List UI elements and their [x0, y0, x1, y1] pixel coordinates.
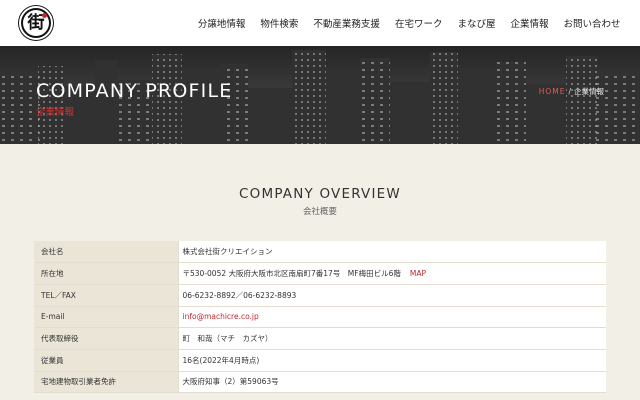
nav-item-remote-work[interactable]: 在宅ワーク	[387, 16, 450, 30]
breadcrumb-separator: /	[568, 87, 571, 96]
row-label-company-name: 会社名	[34, 241, 179, 264]
nav-item-company-info[interactable]: 企業情報	[503, 16, 556, 30]
row-value-company-name: 株式会社街クリエイション	[178, 241, 606, 264]
row-value-representative: 町 和哉（マチ カズヤ）	[178, 327, 606, 350]
logo-red-dot	[42, 13, 47, 18]
logo-emblem-icon: 街	[23, 10, 49, 36]
row-value-address: 〒530-0052 大阪府大阪市北区南扇町7番17号 MF梅田ビル6階	[182, 269, 401, 279]
row-label-address: 所在地	[34, 262, 179, 285]
table-row: TEL／FAX 06-6232-8892／06-6232-8893	[34, 284, 606, 307]
table-row: 代表取締役 町 和哉（マチ カズヤ）	[34, 327, 606, 350]
nav-item-subdivision[interactable]: 分譲地情報	[190, 16, 253, 30]
site-header: 街 分譲地情報 物件検索 不動産業務支援 在宅ワーク まなび屋 企業情報 お問い…	[0, 0, 640, 46]
nav-item-manabiya[interactable]: まなび屋	[450, 16, 503, 30]
row-value-license: 大阪府知事（2）第59063号	[178, 371, 606, 394]
table-row: 会社名 株式会社街クリエイション	[34, 241, 606, 264]
site-logo[interactable]: 街	[19, 6, 53, 40]
page-subtitle: 企業情報	[36, 107, 75, 118]
nav-item-property-search[interactable]: 物件検索	[253, 16, 306, 30]
row-label-employees: 従業員	[34, 349, 179, 372]
company-info-table: 会社名 株式会社街クリエイション 所在地 〒530-0052 大阪府大阪市北区南…	[34, 241, 606, 394]
table-row: E-mail info@machicre.co.jp	[34, 306, 606, 329]
row-label-representative: 代表取締役	[34, 327, 179, 350]
nav-item-realestate-support[interactable]: 不動産業務支援	[306, 16, 388, 30]
email-link[interactable]: info@machicre.co.jp	[183, 312, 259, 321]
row-label-tel-fax: TEL／FAX	[34, 284, 179, 307]
row-value-email-cell: info@machicre.co.jp	[178, 306, 606, 329]
row-value-tel-fax: 06-6232-8892／06-6232-8893	[178, 284, 606, 307]
breadcrumb-current: 企業情報	[574, 87, 604, 96]
table-row: 従業員 16名(2022年4月時点)	[34, 349, 606, 372]
row-value-employees: 16名(2022年4月時点)	[178, 349, 606, 372]
page-title: COMPANY PROFILE	[36, 80, 233, 102]
section-title: COMPANY OVERVIEW	[239, 186, 401, 202]
row-label-email: E-mail	[34, 306, 179, 329]
breadcrumb-home-link[interactable]: HOME	[539, 87, 566, 96]
breadcrumb: HOME / 企業情報	[539, 86, 604, 97]
map-link[interactable]: MAP	[410, 269, 426, 278]
table-row: 宅地建物取引業者免許 大阪府知事（2）第59063号	[34, 371, 606, 394]
nav-item-contact[interactable]: お問い合わせ	[556, 16, 628, 30]
table-row: 所在地 〒530-0052 大阪府大阪市北区南扇町7番17号 MF梅田ビル6階 M…	[34, 262, 606, 285]
section-subtitle: 会社概要	[302, 207, 337, 217]
main-nav: 分譲地情報 物件検索 不動産業務支援 在宅ワーク まなび屋 企業情報 お問い合わ…	[190, 0, 628, 46]
row-label-license: 宅地建物取引業者免許	[34, 371, 179, 394]
hero-banner: COMPANY PROFILE 企業情報 HOME / 企業情報	[0, 46, 640, 144]
row-value-address-cell: 〒530-0052 大阪府大阪市北区南扇町7番17号 MF梅田ビル6階 MAP	[178, 262, 606, 285]
